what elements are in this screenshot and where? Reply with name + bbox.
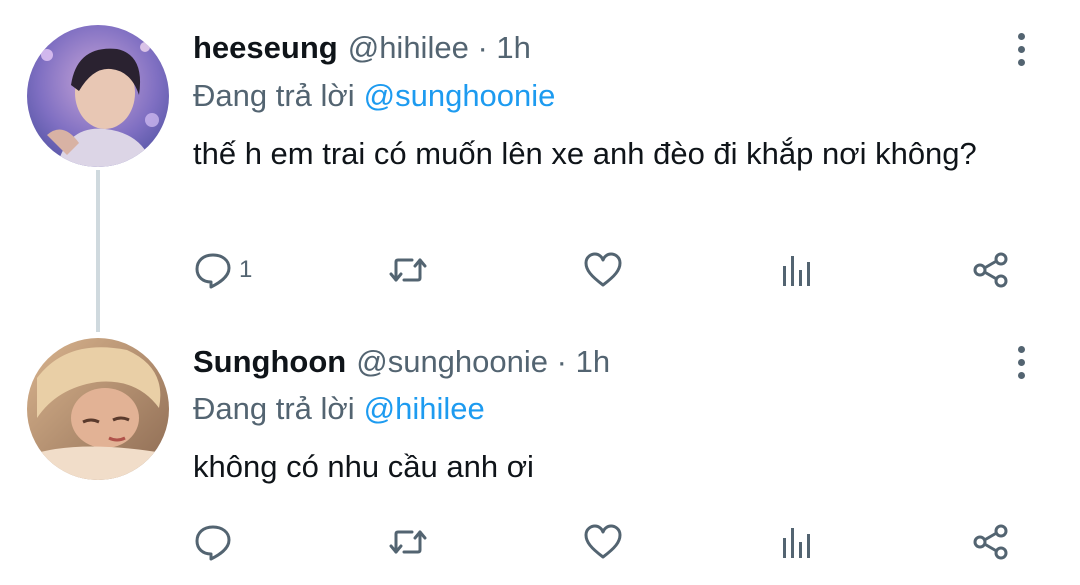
timestamp[interactable]: 1h <box>496 30 530 65</box>
analytics-icon <box>783 256 810 286</box>
timestamp[interactable]: 1h <box>576 344 610 379</box>
handle[interactable]: @sunghoonie <box>356 344 548 379</box>
reply-count: 1 <box>239 256 253 283</box>
replying-to: Đang trả lời @sunghoonie <box>193 76 555 116</box>
handle[interactable]: @hihilee <box>348 30 469 65</box>
separator: · <box>556 344 567 379</box>
tweet-text: không có nhu cầu anh ơi <box>193 449 534 484</box>
reply-button[interactable] <box>193 520 239 564</box>
separator: · <box>477 30 488 65</box>
like-button[interactable] <box>583 248 623 292</box>
display-name[interactable]: Sunghoon <box>193 344 346 379</box>
avatar[interactable] <box>27 338 169 480</box>
display-name[interactable]: heeseung <box>193 30 338 65</box>
retweet-icon <box>389 258 427 282</box>
replying-to-label: Đang trả lời <box>193 391 355 426</box>
analytics-button[interactable] <box>777 520 817 564</box>
tweet-header: Sunghoon @sunghoonie · 1h <box>193 342 610 382</box>
tweet-text: thế h em trai có muốn lên xe anh đèo đi … <box>193 136 977 171</box>
like-icon <box>584 524 622 559</box>
retweet-button[interactable] <box>388 248 428 292</box>
replying-to-handle[interactable]: @sunghoonie <box>364 78 556 113</box>
more-options-icon[interactable] <box>1006 342 1036 382</box>
like-icon <box>584 252 622 287</box>
retweet-icon <box>389 530 427 554</box>
replying-to-handle[interactable]: @hihilee <box>364 391 485 426</box>
thread-connector-line <box>96 170 100 332</box>
more-options-icon[interactable] <box>1006 29 1036 69</box>
like-button[interactable] <box>583 520 623 564</box>
tweet-header: heeseung @hihilee · 1h <box>193 28 531 68</box>
analytics-button[interactable] <box>777 248 817 292</box>
reply-icon <box>195 525 231 561</box>
replying-to-label: Đang trả lời <box>193 78 355 113</box>
reply-icon <box>195 253 231 289</box>
avatar-image-heeseung <box>27 25 169 167</box>
avatar-image-sunghoon <box>27 338 169 480</box>
share-icon <box>973 252 1008 288</box>
replying-to: Đang trả lời @hihilee <box>193 389 485 429</box>
share-icon <box>973 524 1008 560</box>
avatar[interactable] <box>27 25 169 167</box>
analytics-icon <box>783 528 810 558</box>
share-button[interactable] <box>971 248 1011 292</box>
share-button[interactable] <box>971 520 1011 564</box>
retweet-button[interactable] <box>388 520 428 564</box>
reply-button[interactable]: 1 <box>193 248 252 292</box>
